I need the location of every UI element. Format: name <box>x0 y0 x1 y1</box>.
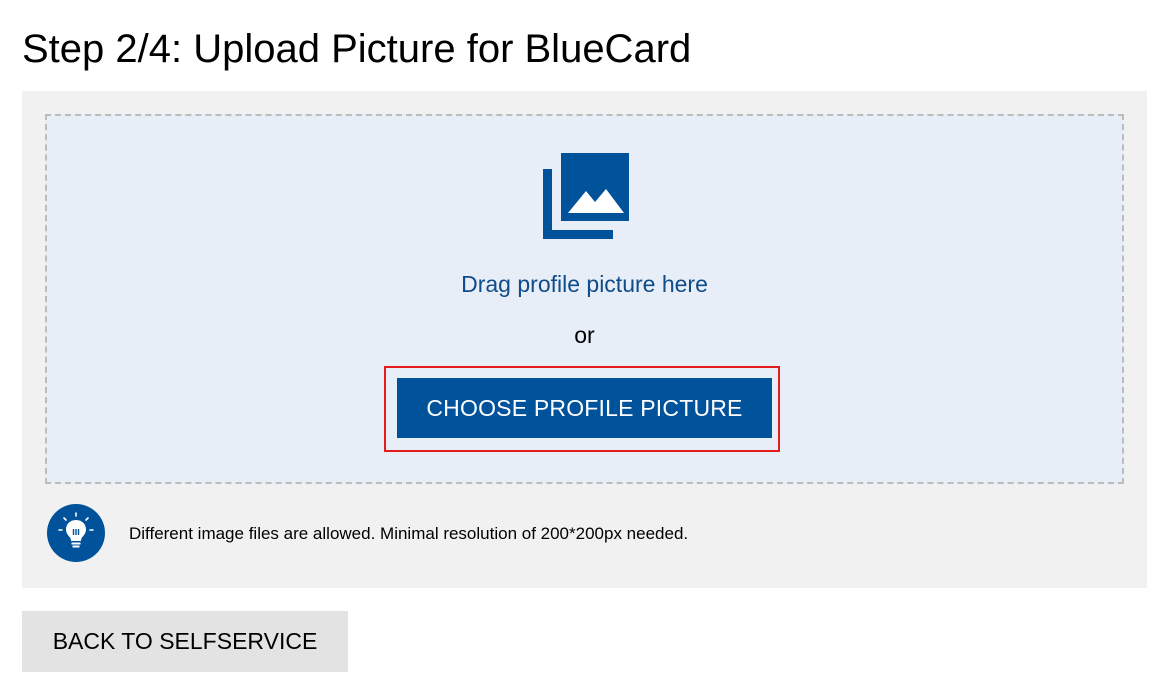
picture-dropzone[interactable]: Drag profile picture here or CHOOSE PROF… <box>45 114 1124 484</box>
lightbulb-icon <box>47 504 105 562</box>
page-title: Step 2/4: Upload Picture for BlueCard <box>22 27 692 71</box>
upload-hint-text: Different image files are allowed. Minim… <box>129 524 689 543</box>
upload-panel: Drag profile picture here or CHOOSE PROF… <box>22 91 1147 588</box>
image-gallery-icon <box>543 153 629 239</box>
choose-profile-picture-button[interactable]: CHOOSE PROFILE PICTURE <box>397 378 772 438</box>
back-to-selfservice-button[interactable]: BACK TO SELFSERVICE <box>22 611 348 672</box>
or-separator-text: or <box>574 322 595 348</box>
drag-instruction-text: Drag profile picture here <box>461 271 708 297</box>
